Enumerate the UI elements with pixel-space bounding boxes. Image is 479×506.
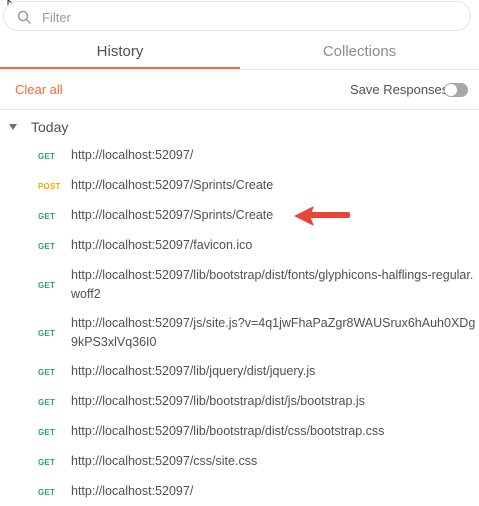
history-entry[interactable]: GET http://localhost:52097/: [0, 482, 479, 502]
request-url: http://localhost:52097/css/site.css: [71, 454, 258, 468]
method-badge: GET: [38, 368, 56, 377]
method-badge: GET: [38, 488, 56, 497]
history-entry[interactable]: GET http://localhost:52097/js/site.js?v=…: [0, 314, 479, 352]
history-entry[interactable]: GET http://localhost:52097/lib/jquery/di…: [0, 362, 479, 382]
method-badge: GET: [38, 329, 56, 338]
history-entry[interactable]: GET http://localhost:52097/Sprints/Creat…: [0, 206, 479, 226]
request-url: http://localhost:52097/: [71, 484, 194, 498]
filter-input[interactable]: [42, 7, 442, 27]
request-url: http://localhost:52097/js/site.js?v=4q1j…: [71, 316, 476, 349]
history-entry[interactable]: GET http://localhost:52097/favicon.ico: [0, 236, 479, 256]
toggle-knob: [445, 84, 457, 96]
group-label: Today: [31, 119, 69, 135]
search-icon: [17, 10, 31, 24]
method-badge: GET: [38, 428, 56, 437]
method-badge: GET: [38, 242, 56, 251]
method-badge: GET: [38, 398, 56, 407]
save-responses-label: Save Responses: [350, 82, 449, 97]
request-url: http://localhost:52097/: [71, 148, 194, 162]
history-toolbar: Clear all Save Responses: [0, 70, 479, 110]
request-url: http://localhost:52097/lib/bootstrap/dis…: [71, 424, 385, 438]
tab-history[interactable]: History: [0, 37, 240, 70]
history-entry[interactable]: GET http://localhost:52097/lib/bootstrap…: [0, 422, 479, 442]
tab-collections[interactable]: Collections: [240, 37, 479, 70]
request-url: http://localhost:52097/lib/bootstrap/dis…: [71, 268, 474, 301]
red-arrow-icon: [294, 206, 350, 226]
method-badge: GET: [38, 281, 56, 290]
method-badge: GET: [38, 458, 56, 467]
request-url: http://localhost:52097/Sprints/Create: [71, 208, 274, 222]
request-url: http://localhost:52097/lib/bootstrap/dis…: [71, 394, 365, 408]
history-entry[interactable]: GET http://localhost:52097/lib/bootstrap…: [0, 266, 479, 304]
filter-box[interactable]: [3, 1, 471, 31]
group-header-today[interactable]: Today: [0, 114, 479, 140]
caret-down-icon: [9, 124, 17, 130]
clear-all-button[interactable]: Clear all: [15, 82, 63, 97]
method-badge: POST: [38, 182, 61, 191]
history-entry[interactable]: GET http://localhost:52097/: [0, 146, 479, 166]
request-url: http://localhost:52097/favicon.ico: [71, 238, 253, 252]
method-badge: GET: [38, 212, 56, 221]
request-url: http://localhost:52097/Sprints/Create: [71, 178, 274, 192]
method-badge: GET: [38, 152, 56, 161]
request-url: http://localhost:52097/lib/jquery/dist/j…: [71, 364, 316, 378]
history-entry[interactable]: GET http://localhost:52097/lib/bootstrap…: [0, 392, 479, 412]
history-entry[interactable]: POST http://localhost:52097/Sprints/Crea…: [0, 176, 479, 196]
history-tabs: History Collections: [0, 37, 479, 70]
save-responses-toggle[interactable]: [444, 83, 468, 97]
history-entry[interactable]: GET http://localhost:52097/css/site.css: [0, 452, 479, 472]
